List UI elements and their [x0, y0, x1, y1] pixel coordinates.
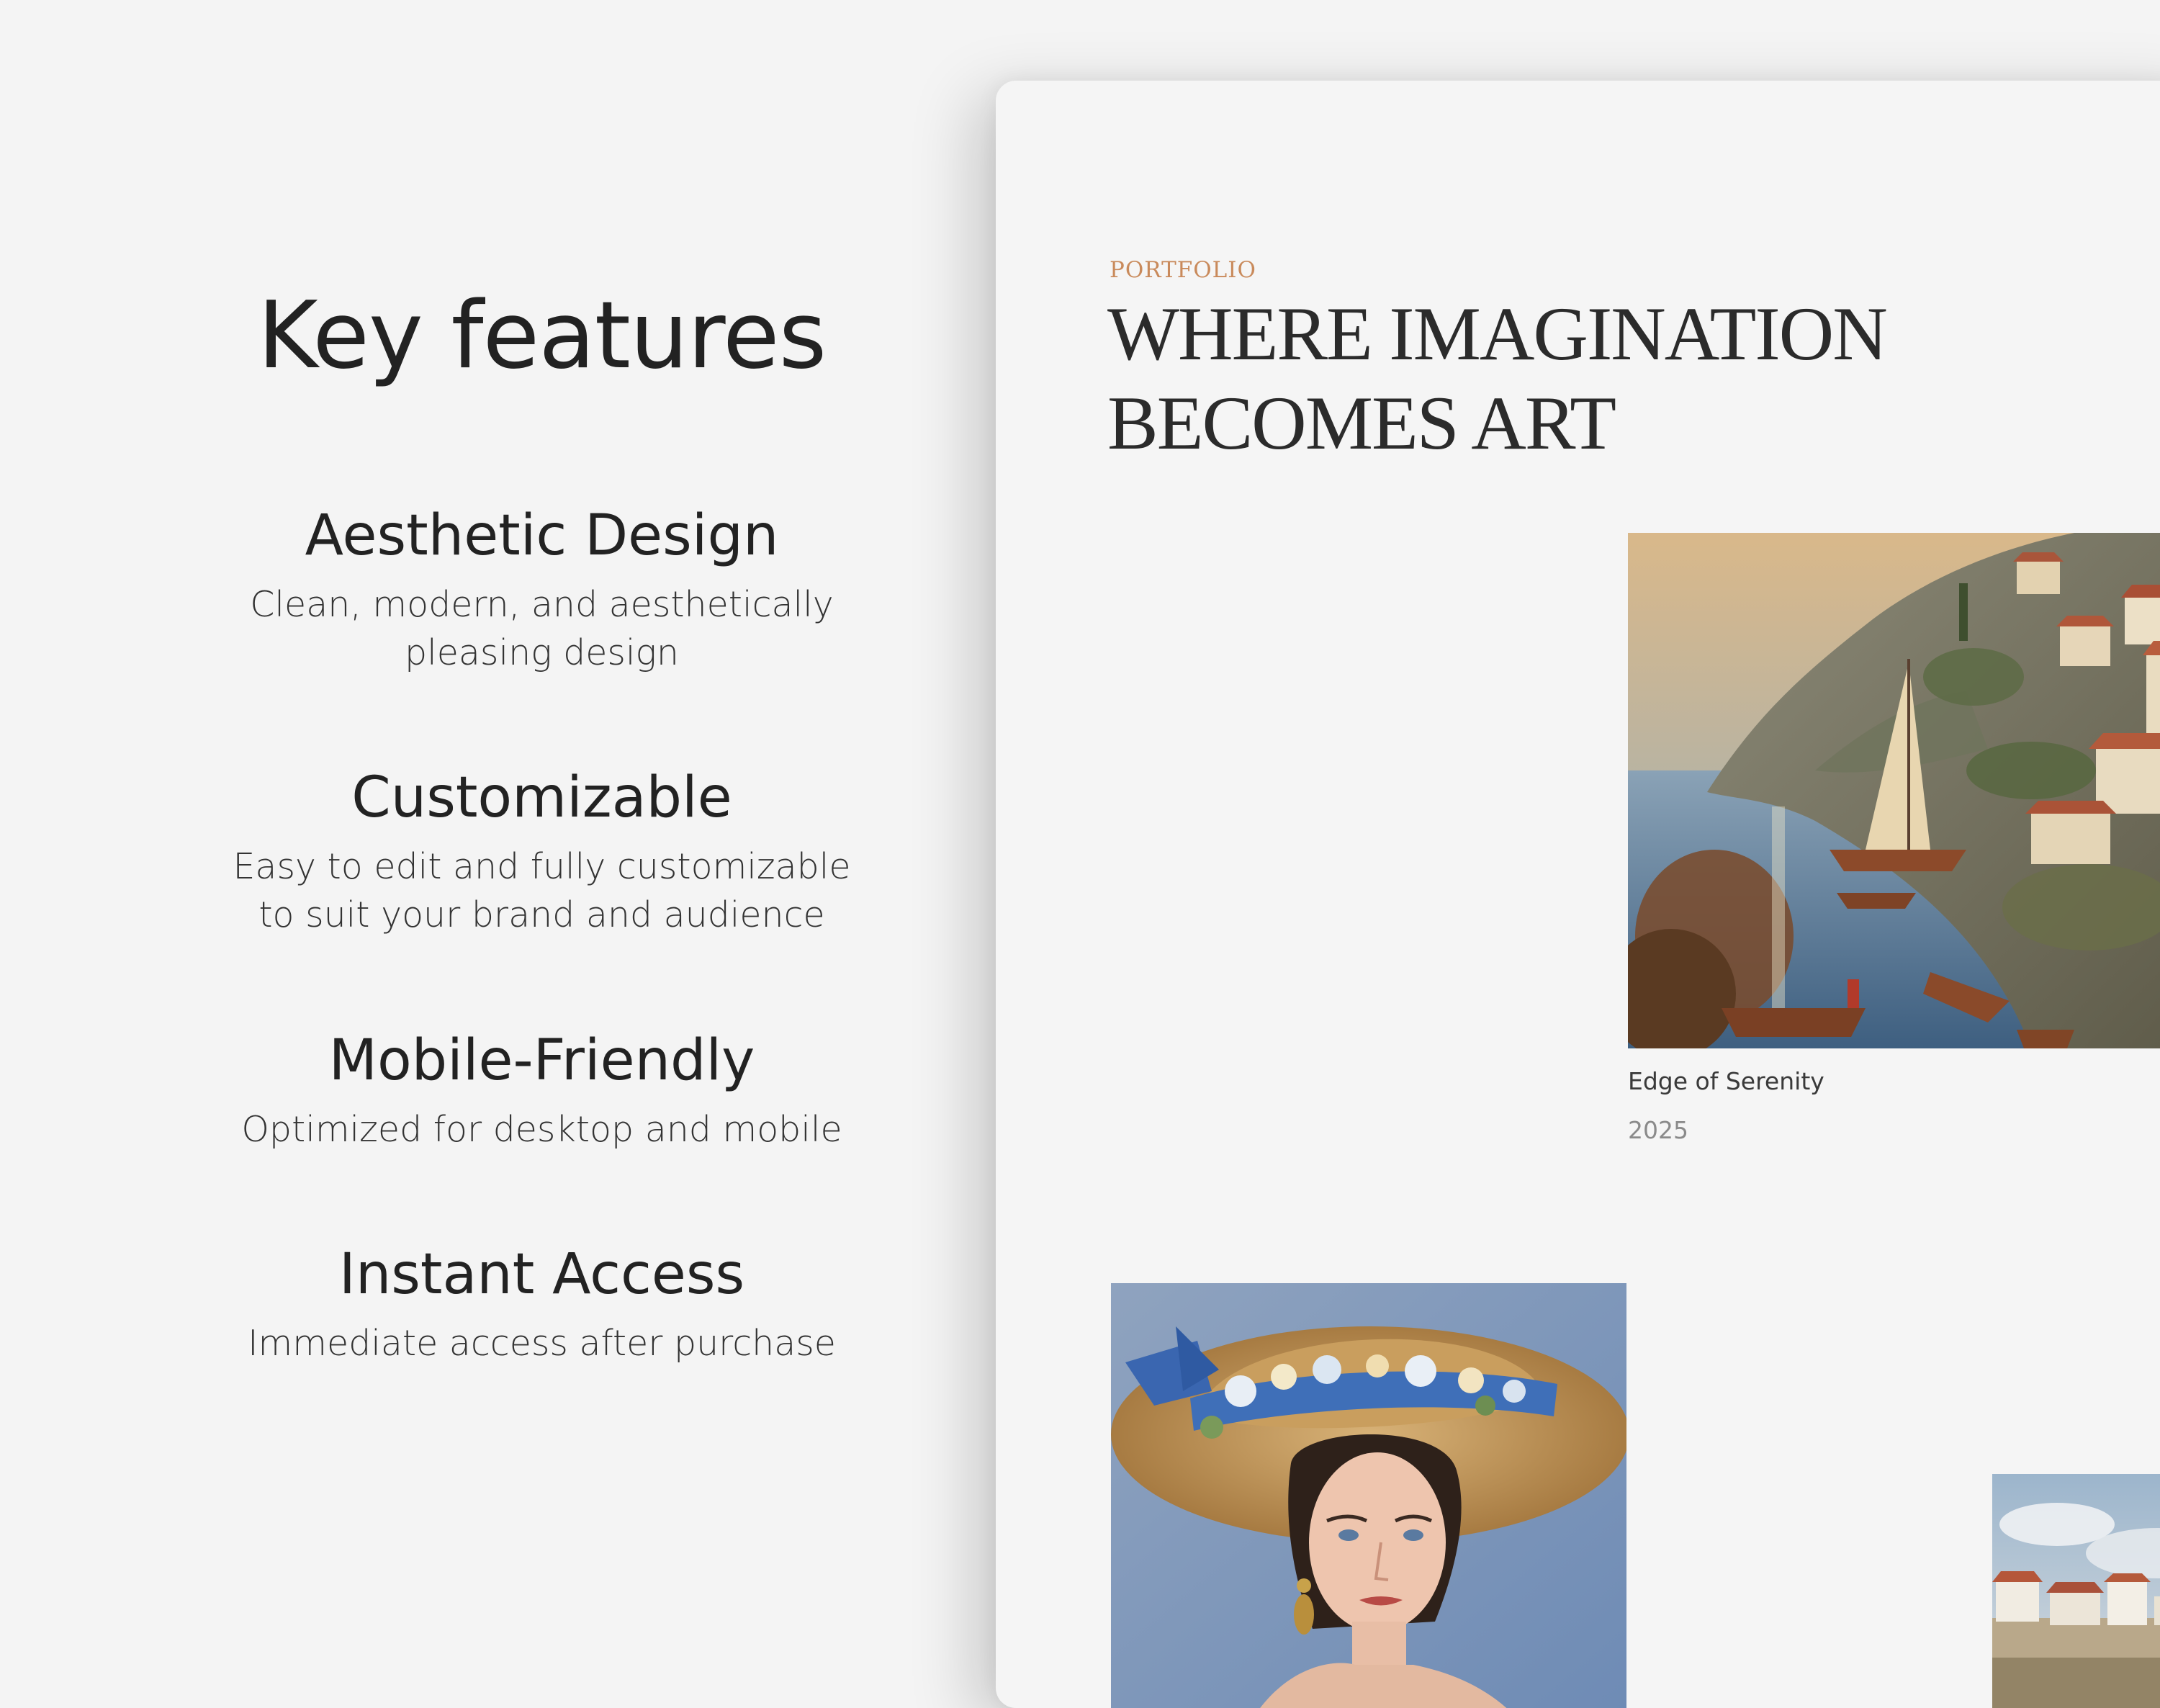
artwork-title: Edge of Serenity: [1628, 1067, 1824, 1095]
artwork-image-seaside-houses[interactable]: [1992, 1474, 2160, 1708]
key-features-panel: Key features Aesthetic Design Clean, mod…: [0, 0, 1084, 1620]
feature-customizable: Customizable Easy to edit and fully cust…: [0, 763, 1084, 939]
feature-name: Mobile-Friendly: [328, 1028, 755, 1093]
feature-description: Clean, modern, and aesthetically pleasin…: [250, 584, 834, 673]
feature-description: Optimized for desktop and mobile: [241, 1109, 842, 1150]
feature-name: Instant Access: [338, 1242, 745, 1307]
feature-description: Immediate access after purchase: [248, 1323, 836, 1364]
feature-instant-access: Instant Access Immediate access after pu…: [0, 1240, 1084, 1367]
woman-in-flowered-hat-painting: [1111, 1283, 1626, 1708]
section-eyebrow: PORTFOLIO: [1110, 257, 1256, 283]
artwork-year: 2025: [1628, 1116, 1688, 1144]
coastal-village-painting: [1628, 533, 2160, 1048]
feature-description: Easy to edit and fully customizable to s…: [233, 846, 851, 935]
artwork-image-coastal-village[interactable]: [1628, 533, 2160, 1048]
feature-mobile-friendly: Mobile-Friendly Optimized for desktop an…: [0, 1026, 1084, 1154]
features-title: Key features: [257, 282, 827, 390]
artwork-image-portrait[interactable]: [1111, 1283, 1626, 1708]
seaside-houses-painting: [1992, 1474, 2160, 1708]
portfolio-headline: WHERE IMAGINATION BECOMES ART: [1107, 292, 1888, 465]
feature-name: Aesthetic Design: [305, 503, 779, 568]
portfolio-page-mockup: PORTFOLIO WHERE IMAGINATION BECOMES ART: [996, 81, 2160, 1708]
feature-aesthetic-design: Aesthetic Design Clean, modern, and aest…: [0, 501, 1084, 677]
feature-name: Customizable: [351, 765, 732, 830]
